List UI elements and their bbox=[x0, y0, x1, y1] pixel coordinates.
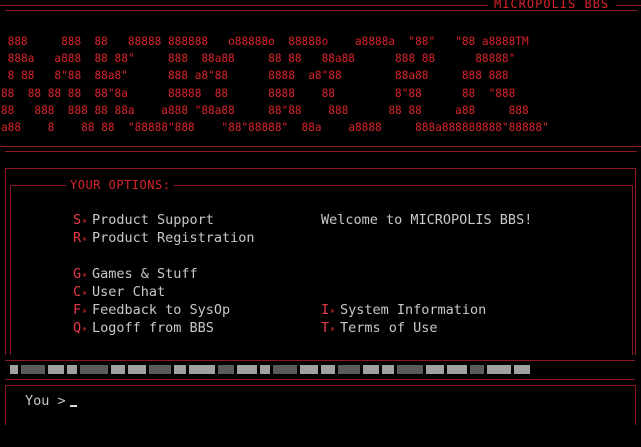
menu-item-games-stuff[interactable]: G▪ Games & Stuff bbox=[73, 266, 198, 282]
command-prompt[interactable]: You > bbox=[25, 393, 77, 409]
progress-segment bbox=[338, 365, 360, 374]
bullet-icon: ▪ bbox=[82, 306, 87, 315]
prompt-left-border bbox=[5, 385, 6, 425]
text-cursor bbox=[69, 405, 77, 407]
menu-item-product-support[interactable]: S▪ Product Support bbox=[73, 212, 214, 228]
progress-segment bbox=[300, 365, 318, 374]
bullet-icon: ▪ bbox=[82, 234, 87, 243]
menu-hotkey: G bbox=[73, 266, 82, 282]
progress-segment bbox=[397, 365, 423, 374]
progress-segment bbox=[363, 365, 379, 374]
progress-segment bbox=[48, 365, 64, 374]
bullet-icon: ▪ bbox=[82, 216, 87, 225]
banner-bottom-border bbox=[0, 146, 641, 147]
menu-label: Logoff from BBS bbox=[91, 320, 214, 336]
bullet-icon: ▪ bbox=[330, 306, 335, 315]
menu-label: User Chat bbox=[91, 284, 166, 300]
progress-segment bbox=[487, 365, 511, 374]
progress-segment bbox=[218, 365, 234, 374]
banner-top-border bbox=[0, 5, 488, 6]
menu-hotkey: R bbox=[73, 230, 82, 246]
progress-segment bbox=[260, 365, 270, 374]
progress-segment bbox=[426, 365, 444, 374]
menu-label: Games & Stuff bbox=[91, 266, 198, 282]
bullet-icon: ▪ bbox=[82, 288, 87, 297]
progress-segment bbox=[111, 365, 125, 374]
progress-segment bbox=[80, 365, 108, 374]
bullet-icon: ▪ bbox=[330, 324, 335, 333]
menu-item-logoff-from-bbs[interactable]: Q▪ Logoff from BBS bbox=[73, 320, 214, 336]
progress-segment bbox=[514, 365, 530, 374]
menu-label: Product Support bbox=[91, 212, 214, 228]
options-panel-right-border bbox=[635, 168, 636, 355]
menu-hotkey: S bbox=[73, 212, 82, 228]
menu-item-user-chat[interactable]: C▪ User Chat bbox=[73, 284, 165, 300]
menu-item-feedback-to-sysop[interactable]: F▪ Feedback to SysOp bbox=[73, 302, 230, 318]
progress-segment bbox=[174, 365, 186, 374]
options-panel-top-border bbox=[5, 168, 635, 169]
prompt-top-border bbox=[5, 385, 635, 386]
prompt-label: You > bbox=[25, 393, 66, 409]
menu-hotkey: F bbox=[73, 302, 82, 318]
banner-top-border-right bbox=[616, 5, 641, 6]
bullet-icon: ▪ bbox=[82, 324, 87, 333]
bullet-icon: ▪ bbox=[82, 270, 87, 279]
progress-segment bbox=[189, 365, 215, 374]
welcome-message: Welcome to MICROPOLIS BBS! bbox=[321, 212, 533, 228]
menu-hotkey: T bbox=[321, 320, 330, 336]
menu-hotkey: C bbox=[73, 284, 82, 300]
bbs-title: MICROPOLIS BBS bbox=[494, 0, 610, 11]
prompt-right-border bbox=[635, 385, 636, 425]
options-panel-inner-left-border bbox=[10, 185, 11, 355]
progress-top-border bbox=[5, 360, 635, 361]
progress-segment bbox=[10, 365, 18, 374]
menu-hotkey: Q bbox=[73, 320, 82, 336]
options-panel-left-border bbox=[5, 168, 6, 355]
progress-segment bbox=[273, 365, 297, 374]
menu-hotkey: I bbox=[321, 302, 330, 318]
menu-label: System Information bbox=[339, 302, 487, 318]
options-title: YOUR OPTIONS: bbox=[66, 178, 175, 192]
progress-bottom-border bbox=[5, 379, 635, 380]
menu-item-terms-of-use[interactable]: T▪ Terms of Use bbox=[321, 320, 438, 336]
menu-label: Product Registration bbox=[91, 230, 255, 246]
progress-segment bbox=[128, 365, 146, 374]
banner-bottom-inner-border bbox=[5, 151, 637, 152]
menu-label: Terms of Use bbox=[339, 320, 438, 336]
ascii-logo: 888 888 88 88888 888888 o88888o 88888o a… bbox=[1, 35, 549, 135]
progress-segment bbox=[67, 365, 77, 374]
menu-label: Feedback to SysOp bbox=[91, 302, 231, 318]
progress-segment bbox=[21, 365, 45, 374]
menu-item-product-registration[interactable]: R▪ Product Registration bbox=[73, 230, 255, 246]
progress-segment bbox=[321, 365, 335, 374]
progress-segment bbox=[237, 365, 257, 374]
progress-segment bbox=[149, 365, 171, 374]
progress-bar bbox=[10, 365, 632, 374]
options-panel-inner-right-border bbox=[632, 185, 633, 355]
progress-segment bbox=[447, 365, 467, 374]
progress-segment bbox=[470, 365, 484, 374]
menu-item-system-information[interactable]: I▪ System Information bbox=[321, 302, 486, 318]
progress-segment bbox=[382, 365, 394, 374]
